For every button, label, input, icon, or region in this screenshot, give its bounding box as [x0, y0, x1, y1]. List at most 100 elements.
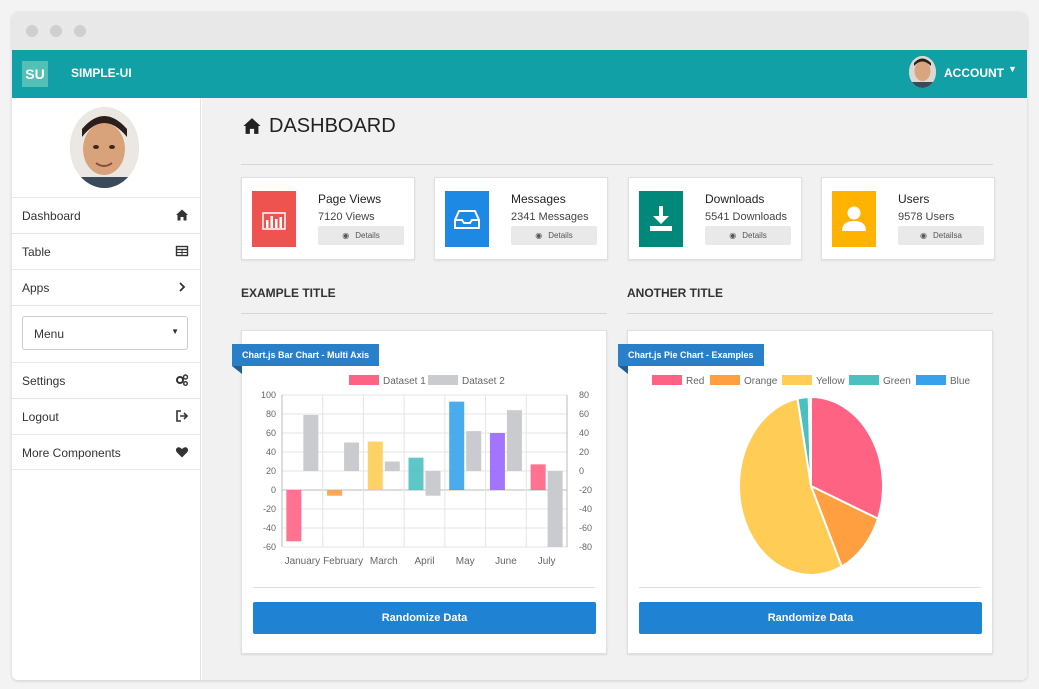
home-icon	[242, 116, 262, 136]
table-icon	[175, 244, 189, 258]
legend-swatch	[349, 375, 379, 385]
bar-dataset-2	[344, 442, 360, 471]
section-divider	[241, 313, 607, 314]
legend-swatch	[849, 375, 879, 385]
card-divider	[639, 587, 981, 588]
details-button[interactable]: ◉ Detailsa	[898, 226, 984, 245]
stat-title: Page Views	[318, 192, 382, 206]
account-label[interactable]: ACCOUNT	[944, 66, 1004, 80]
bar-dataset-1	[489, 433, 505, 490]
card-divider	[253, 587, 595, 588]
sidebar-item-label: More Components	[22, 446, 121, 460]
x-tick-label: April	[414, 556, 434, 567]
x-tick-label: March	[370, 556, 398, 567]
sidebar-item-table[interactable]: Table	[12, 233, 201, 269]
stat-title: Users	[898, 192, 930, 206]
profile-avatar	[70, 107, 139, 188]
y-right-tick-label: 20	[579, 447, 589, 457]
y-left-tick-label: -20	[263, 504, 276, 514]
stat-card-page-views: Page Views 7120 Views ◉ Details	[241, 177, 415, 260]
y-left-tick-label: -60	[263, 542, 276, 552]
stat-card-downloads: Downloads 5541 Downloads ◉ Details	[628, 177, 802, 260]
sidebar-item-dashboard[interactable]: Dashboard	[12, 197, 201, 233]
bar-dataset-1	[327, 490, 343, 496]
details-label: Details	[355, 231, 380, 240]
bar-dataset-1	[530, 464, 546, 490]
legend-swatch	[710, 375, 740, 385]
ribbon-fold	[618, 366, 628, 374]
y-left-tick-label: 0	[271, 485, 276, 495]
section-title-right: ANOTHER TITLE	[627, 286, 723, 300]
brand-name[interactable]: SIMPLE-UI	[71, 66, 132, 80]
legend-label: Dataset 1	[383, 376, 426, 387]
sign-out-icon	[175, 409, 189, 423]
download-icon	[639, 191, 683, 247]
details-button[interactable]: ◉ Details	[705, 226, 791, 245]
randomize-data-button[interactable]: Randomize Data	[639, 602, 982, 634]
sidebar-item-label: Logout	[22, 410, 59, 424]
pie-chart: Red Orange Yellow Green Blue	[652, 375, 970, 576]
sidebar-item-label: Table	[22, 245, 51, 259]
bar-dataset-2	[547, 471, 563, 547]
sidebar: Dashboard Table Apps Menu ▼ Settings Log…	[12, 98, 201, 680]
sidebar-item-logout[interactable]: Logout	[12, 398, 201, 434]
sidebar-item-more-components[interactable]: More Components	[12, 434, 201, 470]
title-divider	[241, 164, 993, 165]
stat-value: 9578 Users	[898, 211, 955, 223]
menu-select-value: Menu	[34, 327, 65, 341]
randomize-data-button[interactable]: Randomize Data	[253, 602, 596, 634]
sidebar-item-label: Dashboard	[22, 209, 81, 223]
legend-swatch	[652, 375, 682, 385]
top-navbar: SU SIMPLE-UI ACCOUNT ▼	[12, 50, 1027, 98]
bar-dataset-2	[466, 431, 482, 471]
section-title-left: EXAMPLE TITLE	[241, 286, 336, 300]
details-button[interactable]: ◉ Details	[511, 226, 597, 245]
bar-dataset-1	[408, 457, 424, 490]
y-left-tick-label: -40	[263, 523, 276, 533]
y-right-tick-label: 80	[579, 390, 589, 400]
home-icon	[175, 208, 189, 222]
caret-down-icon[interactable]: ▼	[1008, 64, 1017, 74]
bar-chart-card: Chart.js Bar Chart - Multi Axis Dataset …	[232, 330, 607, 654]
menu-select[interactable]: Menu ▼	[22, 316, 188, 350]
legend-label: Yellow	[816, 376, 845, 387]
stat-title: Messages	[511, 192, 566, 206]
main-content: DASHBOARD Page Views 7120 Views ◉ Details…	[202, 98, 1027, 680]
stat-card-messages: Messages 2341 Messages ◉ Details	[434, 177, 608, 260]
user-icon	[832, 191, 876, 247]
y-left-tick-label: 100	[261, 390, 276, 400]
sidebar-item-label: Settings	[22, 374, 66, 388]
eye-icon: ◉	[920, 231, 928, 240]
window-dot	[74, 25, 86, 37]
inbox-icon	[445, 191, 489, 247]
y-left-tick-label: 40	[266, 447, 276, 457]
details-button[interactable]: ◉ Details	[318, 226, 404, 245]
sidebar-item-label: Apps	[22, 281, 50, 295]
account-avatar[interactable]	[909, 56, 936, 88]
bar-dataset-1	[449, 401, 465, 490]
cogs-icon	[175, 373, 189, 387]
legend-label: Green	[883, 376, 911, 387]
pie-chart-card: Chart.js Pie Chart - Examples Red Orange Y…	[618, 330, 993, 654]
stat-card-users: Users 9578 Users ◉ Detailsa	[821, 177, 995, 260]
legend-label: Dataset 2	[462, 376, 505, 387]
sidebar-item-apps[interactable]: Apps	[12, 269, 201, 305]
y-left-tick-label: 80	[266, 409, 276, 419]
chevron-right-icon	[175, 280, 189, 294]
legend-swatch	[782, 375, 812, 385]
y-left-tick-label: 60	[266, 428, 276, 438]
y-right-tick-label: 0	[579, 466, 584, 476]
stat-value: 5541 Downloads	[705, 211, 787, 223]
sidebar-item-settings[interactable]: Settings	[12, 362, 201, 398]
logo[interactable]: SU	[22, 61, 48, 87]
y-right-tick-label: 40	[579, 428, 589, 438]
x-tick-label: May	[456, 556, 475, 567]
x-tick-label: July	[538, 556, 556, 567]
eye-icon: ◉	[342, 231, 350, 240]
window-dot	[26, 25, 38, 37]
bar-dataset-2	[425, 471, 441, 496]
eye-icon: ◉	[729, 231, 737, 240]
stat-title: Downloads	[705, 192, 765, 206]
eye-icon: ◉	[535, 231, 543, 240]
y-left-tick-label: 20	[266, 466, 276, 476]
